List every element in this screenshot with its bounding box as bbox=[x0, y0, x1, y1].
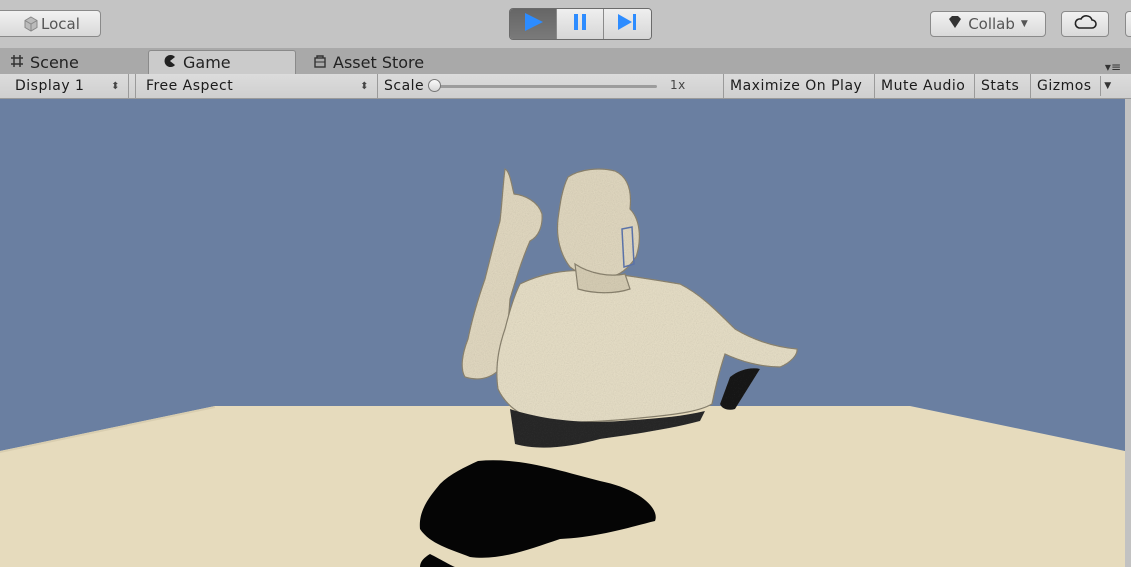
game-viewport[interactable] bbox=[0, 99, 1125, 567]
scale-slider-thumb[interactable] bbox=[428, 79, 441, 92]
mute-label: Mute Audio bbox=[881, 78, 966, 94]
local-label: Local bbox=[41, 14, 80, 33]
cube-icon bbox=[23, 16, 39, 36]
scene-render bbox=[0, 99, 1125, 567]
scale-label: Scale bbox=[384, 78, 425, 94]
main-toolbar: Local Collab ▼ bbox=[0, 0, 1131, 48]
cloud-icon bbox=[1073, 14, 1097, 34]
head bbox=[556, 168, 640, 279]
collab-button[interactable]: Collab ▼ bbox=[930, 11, 1046, 37]
display-dropdown[interactable]: Display 1 ⬍ bbox=[0, 74, 129, 98]
maximize-on-play-toggle[interactable]: Maximize On Play bbox=[724, 74, 875, 98]
stats-label: Stats bbox=[981, 78, 1020, 94]
scale-control: Scale 1x bbox=[378, 74, 724, 98]
playback-controls bbox=[509, 8, 652, 40]
pacman-icon bbox=[163, 53, 177, 72]
tab-scene-label: Scene bbox=[30, 52, 79, 72]
local-button[interactable]: Local bbox=[0, 10, 101, 37]
stats-toggle[interactable]: Stats bbox=[975, 74, 1031, 98]
grid-icon bbox=[10, 53, 24, 72]
store-icon bbox=[313, 53, 327, 72]
aspect-value: Free Aspect bbox=[146, 78, 234, 94]
pause-button[interactable] bbox=[557, 9, 604, 39]
cloud-button[interactable] bbox=[1061, 11, 1109, 37]
tab-game-label: Game bbox=[183, 53, 231, 72]
tab-game[interactable]: Game bbox=[148, 50, 296, 74]
account-button[interactable] bbox=[1125, 11, 1131, 37]
pause-icon bbox=[571, 12, 589, 36]
step-button[interactable] bbox=[604, 9, 651, 39]
maximize-label: Maximize On Play bbox=[730, 78, 863, 94]
updown-icon: ⬍ bbox=[360, 80, 369, 92]
updown-icon: ⬍ bbox=[111, 80, 120, 92]
play-icon bbox=[522, 12, 544, 36]
step-icon bbox=[615, 12, 639, 36]
tab-bar: Scene Game Asset Store ▾≡ bbox=[0, 48, 1131, 74]
tab-scene[interactable]: Scene bbox=[10, 50, 79, 74]
game-view-controls: Display 1 ⬍ Free Aspect ⬍ Scale 1x Maxim… bbox=[0, 74, 1131, 99]
aspect-dropdown[interactable]: Free Aspect ⬍ bbox=[135, 74, 378, 98]
mute-audio-toggle[interactable]: Mute Audio bbox=[875, 74, 975, 98]
tab-asset-store[interactable]: Asset Store bbox=[313, 50, 424, 74]
scale-value: 1x bbox=[670, 78, 686, 92]
collab-label: Collab bbox=[968, 15, 1015, 33]
scale-slider-track[interactable] bbox=[435, 85, 657, 88]
play-button[interactable] bbox=[510, 9, 557, 39]
display-value: Display 1 bbox=[15, 78, 85, 94]
panel-menu-icon[interactable]: ▾≡ bbox=[1105, 60, 1121, 74]
tab-asset-store-label: Asset Store bbox=[333, 52, 425, 72]
viewport-edge bbox=[1125, 99, 1131, 567]
chevron-down-icon: ▼ bbox=[1020, 19, 1028, 29]
collab-icon bbox=[948, 15, 962, 33]
gizmos-dropdown-arrow[interactable]: ▼ bbox=[1100, 76, 1115, 96]
gizmos-label: Gizmos bbox=[1037, 78, 1092, 94]
